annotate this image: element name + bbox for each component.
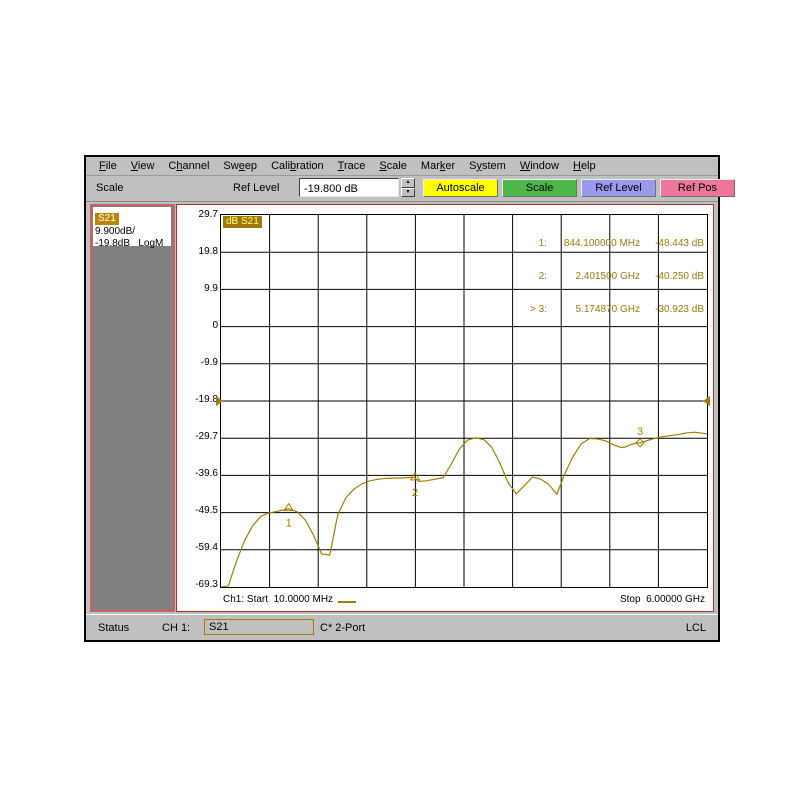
menu-item-help[interactable]: Help	[566, 159, 603, 174]
status-trace-field[interactable]: S21	[204, 619, 314, 635]
marker-1-index: 1:	[538, 238, 547, 249]
ref-level-button[interactable]: Ref Level	[581, 179, 656, 197]
trace-status-panel[interactable]: S21 9.900dB/ -19.8dB LogM	[90, 204, 175, 612]
scale-button[interactable]: Scale	[502, 179, 577, 197]
marker-readout-table: 1: 844.100000 MHz -48.443 dB 2: 2.401500…	[517, 216, 704, 337]
trace-status-tag[interactable]: S21	[95, 213, 119, 225]
trace-ref-and-format: -19.8dB LogM	[95, 238, 164, 249]
status-lock-state: LCL	[685, 622, 706, 634]
y-tick-7: -39.6	[195, 468, 218, 479]
ref-level-arrow-left-icon	[216, 396, 223, 406]
status-bar: Status CH 1: S21 C* 2-Port LCL	[86, 614, 718, 640]
vna-application-window: File View Channel Sweep Calibration Trac…	[84, 155, 735, 642]
svg-text:3: 3	[637, 426, 643, 438]
display-area: S21 9.900dB/ -19.8dB LogM 29.7 19.8 9.9 …	[86, 202, 718, 614]
menu-item-trace[interactable]: Trace	[331, 159, 373, 174]
marker-readout-row: 1: 844.100000 MHz -48.443 dB	[517, 238, 704, 249]
y-tick-6: -29.7	[195, 431, 218, 442]
menu-item-sweep[interactable]: Sweep	[216, 159, 264, 174]
marker-readout-row: 2: 2.401500 GHz -40.250 dB	[517, 271, 704, 282]
y-tick-2: 9.9	[204, 283, 218, 294]
marker-2-value: -40.250 dB	[655, 271, 704, 282]
y-axis: 29.7 19.8 9.9 0 -9.9 -19.8 -29.7 -39.6 -…	[178, 206, 220, 610]
trace-status-inner: S21 9.900dB/ -19.8dB LogM	[93, 207, 172, 249]
ref-pos-button[interactable]: Ref Pos	[660, 179, 735, 197]
menu-item-system[interactable]: System	[462, 159, 513, 174]
menu-item-file[interactable]: File	[92, 159, 124, 174]
marker-2-frequency: 2.401500 GHz	[575, 271, 641, 282]
svg-text:2: 2	[412, 487, 418, 499]
marker-3-index: > 3:	[530, 304, 547, 315]
y-tick-8: -49.5	[195, 505, 218, 516]
marker-1-frequency: 844.100000 MHz	[563, 238, 640, 249]
y-tick-1: 19.8	[198, 246, 218, 257]
stimulus-start-text: Ch1: Start 10.0000 MHz	[223, 594, 334, 605]
status-cal-state: C* 2-Port	[320, 622, 366, 634]
y-tick-9: -59.4	[195, 542, 218, 553]
menu-bar: File View Channel Sweep Calibration Trac…	[86, 157, 718, 176]
graph-container[interactable]: 29.7 19.8 9.9 0 -9.9 -19.8 -29.7 -39.6 -…	[176, 204, 714, 612]
trace-color-swatch	[338, 601, 356, 603]
stepper-down-icon[interactable]: ▼	[401, 187, 415, 197]
status-channel-label: CH 1:	[162, 622, 191, 634]
autoscale-button[interactable]: Autoscale	[423, 179, 498, 197]
menu-item-marker[interactable]: Marker	[414, 159, 462, 174]
graph-inner: 29.7 19.8 9.9 0 -9.9 -19.8 -29.7 -39.6 -…	[178, 206, 712, 610]
marker-1-value: -48.443 dB	[655, 238, 704, 249]
ref-level-arrow-right-icon	[703, 396, 710, 406]
y-tick-5: -19.8	[195, 394, 218, 405]
marker-readout-row: > 3: 5.174870 GHz -30.923 dB	[517, 304, 704, 315]
trace-scale-per-div: 9.900dB/	[95, 226, 136, 237]
y-tick-0: 29.7	[198, 209, 218, 220]
trace-label: dB S21	[223, 216, 262, 228]
screenshot-root: File View Channel Sweep Calibration Trac…	[0, 0, 800, 800]
menu-item-calibration[interactable]: Calibration	[264, 159, 331, 174]
svg-text:1: 1	[286, 518, 292, 530]
menu-item-channel[interactable]: Channel	[161, 159, 216, 174]
status-label: Status	[98, 622, 130, 634]
marker-3-value: -30.923 dB	[655, 304, 704, 315]
marker-2-index: 2:	[538, 271, 547, 282]
menu-item-scale[interactable]: Scale	[372, 159, 414, 174]
menu-item-view[interactable]: View	[124, 159, 162, 174]
stimulus-stop-text: Stop 6.00000 GHz	[619, 594, 705, 605]
scale-toolbar: Scale Ref Level ▲ ▼ Autoscale Scale Ref …	[86, 176, 735, 202]
toolbar-group-label: Scale	[96, 182, 124, 194]
stepper-up-icon[interactable]: ▲	[401, 178, 415, 188]
stimulus-bar: Ch1: Start 10.0000 MHz Stop 6.00000 GHz	[220, 592, 708, 608]
ref-level-label: Ref Level	[233, 182, 280, 194]
y-tick-10: -69.3	[195, 579, 218, 590]
ref-level-stepper[interactable]: ▲ ▼	[401, 178, 415, 197]
marker-3-frequency: 5.174870 GHz	[575, 304, 641, 315]
menu-item-window[interactable]: Window	[513, 159, 566, 174]
y-tick-3: 0	[212, 320, 218, 331]
ref-level-input[interactable]	[299, 178, 399, 197]
plot-area[interactable]: dB S21 1: 844.100000 MHz -48.443 dB 2: 2…	[220, 214, 708, 588]
y-tick-4: -9.9	[200, 357, 218, 368]
